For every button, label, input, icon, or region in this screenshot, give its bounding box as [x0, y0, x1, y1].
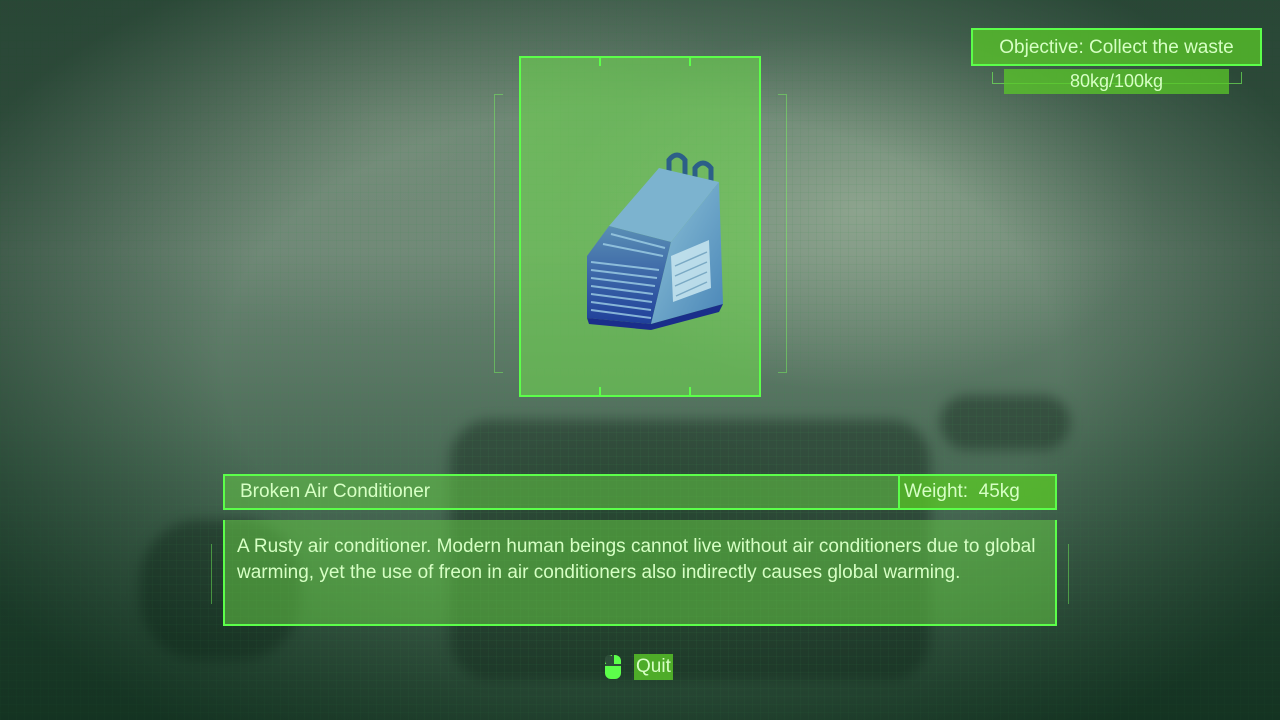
- air-conditioner-icon: [587, 152, 723, 330]
- mouse-icon: [605, 655, 621, 679]
- item-weight: Weight: 45kg: [900, 476, 1055, 508]
- quit-button[interactable]: Quit: [604, 654, 673, 680]
- objective-progress: 80kg/100kg: [1004, 69, 1229, 94]
- item-name: Broken Air Conditioner: [225, 476, 900, 508]
- item-info-bar: Broken Air Conditioner Weight: 45kg: [223, 474, 1057, 510]
- quit-label[interactable]: Quit: [634, 654, 673, 680]
- item-preview-panel: [519, 56, 761, 397]
- objective-banner: Objective: Collect the waste: [971, 28, 1262, 66]
- game-scene: Objective: Collect the waste 80kg/100kg: [0, 0, 1280, 720]
- item-description: A Rusty air conditioner. Modern human be…: [223, 520, 1057, 626]
